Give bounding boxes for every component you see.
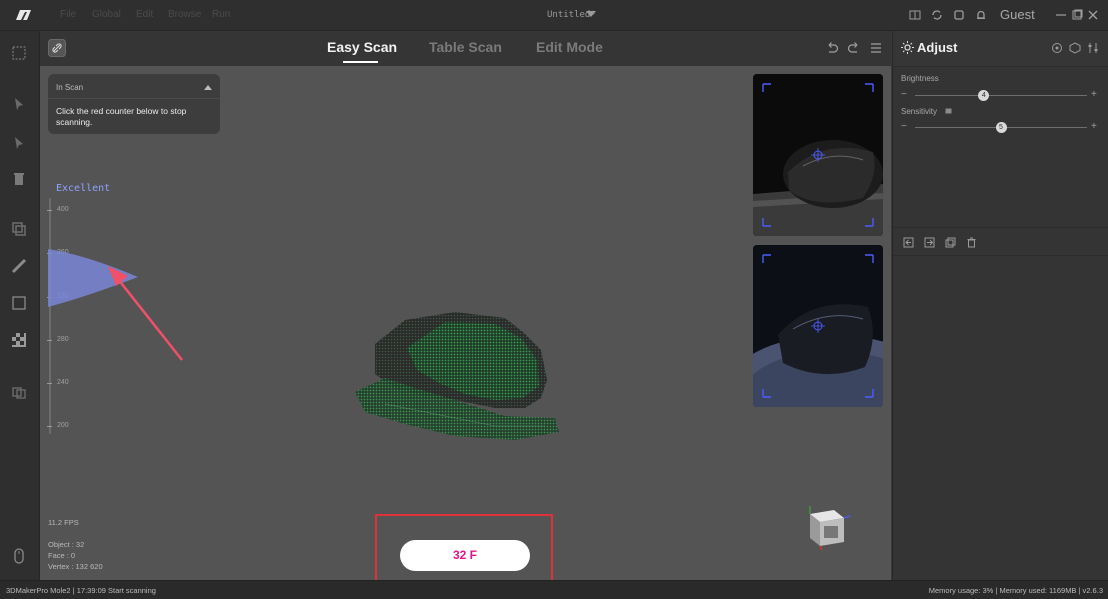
brightness-increase-button[interactable]: + (1091, 89, 1097, 100)
texture-icon[interactable] (11, 332, 27, 348)
user-name[interactable]: Guest (1000, 7, 1035, 22)
left-toolbar (0, 31, 40, 580)
gauge-tick (47, 210, 52, 211)
depth-camera-preview (753, 74, 883, 236)
tab-table-scan[interactable]: Table Scan (429, 39, 502, 55)
duplicate-icon[interactable] (11, 384, 27, 400)
point-cloud-model (355, 312, 559, 440)
export-icon[interactable] (924, 237, 935, 248)
menu-edit[interactable]: Edit (136, 9, 153, 20)
gauge-tick-label: 400 (57, 206, 69, 213)
adjust-title: Adjust (917, 40, 958, 55)
brush-select-icon[interactable] (11, 96, 27, 112)
annotation-arrow-icon (108, 266, 183, 361)
distance-gauge-bar (49, 198, 51, 434)
brightness-decrease-button[interactable]: − (901, 89, 907, 100)
book-icon[interactable] (909, 9, 921, 21)
delete-icon[interactable] (11, 171, 27, 187)
scan-status-title: In Scan (56, 83, 84, 92)
gauge-tick (47, 340, 52, 341)
sensitivity-decrease-button[interactable]: − (901, 121, 907, 132)
measure-icon[interactable] (11, 258, 27, 274)
copy-icon[interactable] (11, 221, 27, 237)
info-icon[interactable] (945, 108, 952, 115)
memory-status: Memory usage: 3% | Memory used: 1169MB |… (928, 586, 1103, 595)
active-tab-indicator (343, 61, 378, 63)
panel-divider (893, 227, 1108, 228)
menu-icon[interactable] (869, 41, 883, 55)
adjust-header: Adjust (893, 31, 1108, 67)
minimize-icon[interactable] (1055, 9, 1067, 21)
title-bar: File Global Edit Browse Run Untitled* Gu… (0, 0, 1108, 31)
gauge-tick (47, 426, 52, 427)
orientation-cube-icon[interactable] (800, 504, 854, 552)
document-dropdown-icon[interactable] (586, 11, 596, 17)
panel-divider (893, 255, 1108, 256)
menu-run[interactable]: Run (212, 9, 230, 20)
mouse-depth-image (753, 74, 883, 236)
stop-scan-counter-button[interactable]: 32 F (400, 540, 530, 571)
bell-icon[interactable] (975, 9, 987, 21)
copy-project-icon[interactable] (945, 237, 956, 248)
face-count: Face : 0 (48, 551, 76, 560)
select-region-icon[interactable] (11, 45, 27, 61)
brightness-slider-handle[interactable]: 4 (978, 90, 990, 101)
maximize-icon[interactable] (1071, 9, 1083, 21)
status-bar: 3DMakerPro Mole2 | 17:39:09 Start scanni… (0, 580, 1108, 599)
sensitivity-label: Sensitivity (901, 107, 938, 116)
scan-mode-header: Easy Scan Table Scan Edit Mode (40, 31, 891, 67)
sync-icon[interactable] (931, 9, 943, 21)
menu-browse[interactable]: Browse (168, 9, 201, 20)
cube-icon[interactable] (1069, 42, 1081, 54)
adjust-panel: Adjust Brightness − 4 + Sensitivity − 5 … (892, 31, 1108, 580)
close-icon[interactable] (1087, 9, 1099, 21)
panel-divider (48, 98, 220, 99)
import-icon[interactable] (903, 237, 914, 248)
fps-readout: 11.2 FPS (48, 518, 79, 527)
link-icon[interactable] (48, 39, 66, 57)
scan-status-message: Click the red counter below to stop scan… (56, 106, 187, 127)
mouse-texture-image (753, 245, 883, 407)
menu-global[interactable]: Global (92, 9, 121, 20)
pointer-icon[interactable] (11, 135, 27, 151)
gauge-tick-label: 200 (57, 422, 69, 429)
sun-icon (901, 41, 914, 54)
tab-easy-scan[interactable]: Easy Scan (327, 39, 397, 55)
gauge-tick (47, 383, 52, 384)
brightness-label: Brightness (901, 74, 939, 83)
view-icon[interactable] (1051, 42, 1063, 54)
scan-quality-label: Excellent (56, 183, 111, 194)
texture-camera-preview (753, 245, 883, 407)
vertex-count: Vertex : 132 620 (48, 562, 103, 571)
undo-icon[interactable] (825, 41, 839, 55)
sensitivity-slider-handle[interactable]: 5 (995, 122, 1007, 133)
gauge-tick-label: 240 (57, 379, 69, 386)
settings-sliders-icon[interactable] (1087, 42, 1099, 54)
redo-icon[interactable] (847, 41, 861, 55)
status-message: 3DMakerPro Mole2 | 17:39:09 Start scanni… (6, 586, 156, 595)
frame-icon[interactable] (11, 295, 27, 311)
trash-icon[interactable] (966, 237, 977, 248)
scan-status-panel: In Scan Click the red counter below to s… (48, 74, 220, 134)
sensitivity-increase-button[interactable]: + (1091, 121, 1097, 132)
tab-edit-mode[interactable]: Edit Mode (536, 39, 603, 55)
brightness-slider[interactable] (915, 95, 1087, 96)
menu-file[interactable]: File (60, 9, 76, 20)
mouse-icon[interactable] (11, 548, 27, 564)
app-logo-icon (16, 10, 31, 20)
object-count: Object : 32 (48, 540, 85, 549)
window-icon[interactable] (953, 9, 965, 21)
collapse-icon[interactable] (204, 85, 212, 90)
gauge-tick-label: 280 (57, 336, 69, 343)
